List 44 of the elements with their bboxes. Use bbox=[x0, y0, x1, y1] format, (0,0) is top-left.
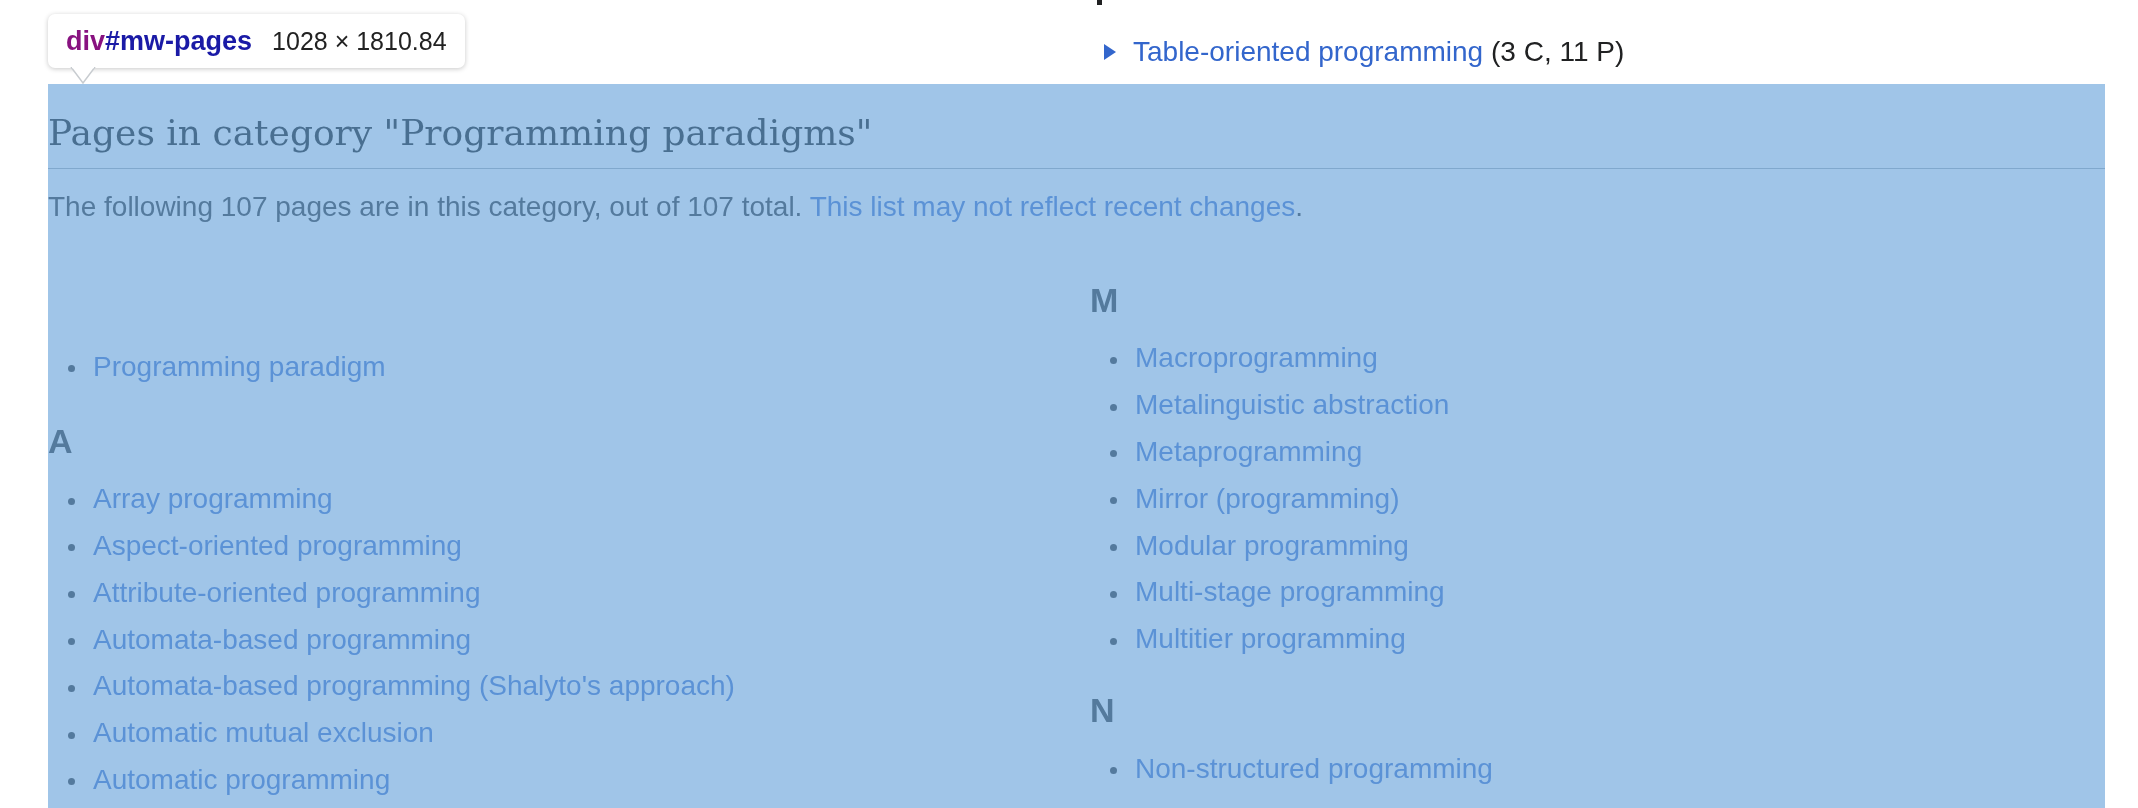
page-link[interactable]: Automata-based programming bbox=[93, 617, 472, 663]
page-link[interactable]: Attribute-oriented programming bbox=[93, 570, 481, 616]
bullet-icon bbox=[1110, 543, 1117, 551]
element-size: 1028 × 1810.84 bbox=[272, 26, 447, 56]
page-link[interactable]: Automatic mutual exclusion bbox=[93, 711, 434, 756]
category-title: Pages in category "Programming paradigms" bbox=[48, 112, 873, 153]
subcategory-count: (3 C, 11 P) bbox=[1491, 34, 1625, 69]
page-link[interactable]: Modular programming bbox=[1135, 523, 1409, 569]
page-link[interactable]: Automatic programming bbox=[93, 757, 391, 803]
page-link[interactable]: Mirror (programming) bbox=[1135, 476, 1400, 522]
bullet-icon bbox=[1110, 766, 1117, 774]
cut-off-letter-fragment bbox=[1097, 0, 1102, 5]
bullet-icon bbox=[68, 778, 75, 786]
bullet-icon bbox=[68, 637, 75, 645]
page-link[interactable]: Programming paradigm bbox=[93, 344, 386, 390]
page-link[interactable]: Non-structured programming bbox=[1135, 746, 1493, 792]
section-letter-heading: M bbox=[1090, 279, 1120, 320]
page-link[interactable]: Macroprogramming bbox=[1135, 336, 1378, 382]
expand-triangle-icon[interactable] bbox=[1104, 44, 1116, 60]
bullet-icon bbox=[68, 497, 75, 505]
section-letter-heading: A bbox=[48, 420, 74, 461]
bullet-icon bbox=[68, 591, 75, 599]
section-letter-heading: N bbox=[1090, 689, 1116, 730]
page-link[interactable]: Multitier programming bbox=[1135, 617, 1406, 662]
bullet-icon bbox=[1110, 590, 1117, 598]
subcategory-link[interactable]: Table-oriented programming bbox=[1133, 29, 1484, 75]
bullet-icon bbox=[1110, 403, 1117, 411]
page-link[interactable]: Metaprogramming bbox=[1135, 430, 1363, 475]
category-summary-text: The following 107 pages are in this category, out of 107 total. This list may not reflect recent changes. bbox=[48, 190, 1304, 224]
recent-changes-link[interactable]: This list may not reflect recent changes bbox=[809, 191, 1296, 222]
bullet-icon bbox=[68, 365, 75, 373]
page-link[interactable]: Aspect-oriented programming bbox=[93, 524, 462, 569]
bullet-icon bbox=[68, 731, 75, 739]
page-link[interactable]: Multi-stage programming bbox=[1135, 570, 1445, 616]
page-link[interactable]: Metalinguistic abstraction bbox=[1135, 383, 1450, 428]
bullet-icon bbox=[1110, 450, 1117, 458]
bullet-icon bbox=[68, 684, 75, 692]
bullet-icon bbox=[1110, 356, 1117, 364]
bullet-icon bbox=[68, 544, 75, 552]
bullet-icon bbox=[1110, 497, 1117, 505]
bullet-icon bbox=[1110, 637, 1117, 645]
element-selector: div#mw-pages bbox=[66, 25, 253, 57]
page-link[interactable]: Automata-based programming (Shalyto's approach) bbox=[93, 664, 735, 710]
page-link[interactable]: Array programming bbox=[93, 477, 333, 522]
